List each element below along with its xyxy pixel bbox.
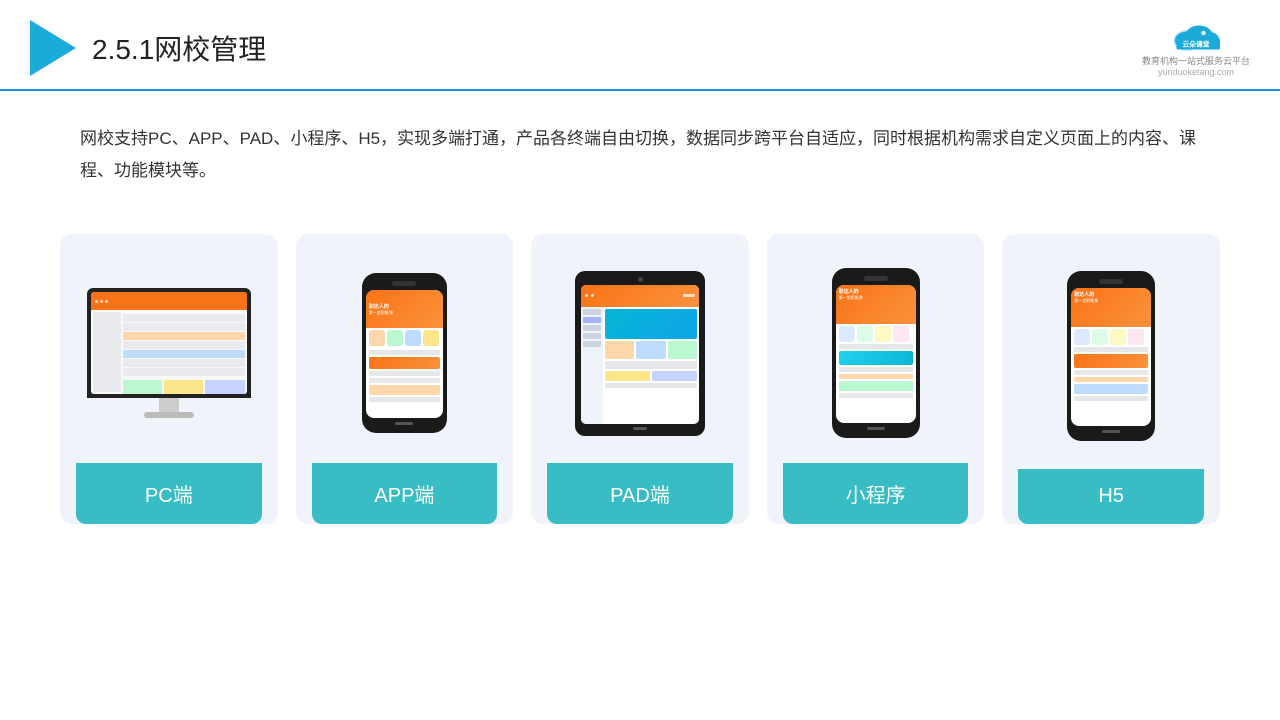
h5-card: 职达人的 第一堂职推课	[1002, 234, 1220, 524]
mini-phone: 职达人的 第一堂职推课	[832, 268, 920, 438]
pc-label: PC端	[76, 463, 262, 524]
phone-notch-mini	[864, 276, 888, 281]
svg-text:云朵课堂: 云朵课堂	[1182, 40, 1209, 49]
miniprogram-label: 小程序	[783, 463, 969, 524]
description-text: 网校支持PC、APP、PAD、小程序、H5，实现多端打通，产品各终端自由切换，数…	[0, 91, 1280, 204]
phone-home-button	[395, 422, 413, 425]
phone-notch-h5	[1099, 279, 1123, 284]
app-device-image: 职达人的 第一堂职推课	[312, 262, 498, 445]
h5-screen: 职达人的 第一堂职推课	[1071, 288, 1151, 426]
brand-logo: 云朵课堂 教育机构一站式服务云平台 yunduoketang.com	[1142, 18, 1250, 77]
miniprogram-device-image: 职达人的 第一堂职推课	[783, 262, 969, 445]
cloud-brand-icon: 云朵课堂	[1166, 18, 1226, 54]
h5-device-image: 职达人的 第一堂职推课	[1018, 262, 1204, 451]
pad-device-image	[547, 262, 733, 445]
pc-device-image	[76, 262, 262, 445]
pad-card: PAD端	[531, 234, 749, 524]
mini-screen: 职达人的 第一堂职推课	[836, 285, 916, 423]
pad-tablet	[575, 271, 705, 436]
app-card: 职达人的 第一堂职推课	[296, 234, 514, 524]
page-title: 2.5.1网校管理	[92, 28, 266, 68]
tablet-home-button	[633, 427, 647, 430]
app-label: APP端	[312, 463, 498, 524]
brand-url: yunduoketang.com	[1158, 67, 1234, 77]
header-left: 2.5.1网校管理	[30, 20, 266, 76]
miniprogram-card: 职达人的 第一堂职推课	[767, 234, 985, 524]
brand-tagline: 教育机构一站式服务云平台	[1142, 54, 1250, 67]
phone-notch	[392, 281, 416, 286]
phone-screen: 职达人的 第一堂职推课	[366, 290, 443, 418]
header: 2.5.1网校管理 云朵课堂 教育机构一站式服务云平台 yunduoketang…	[0, 0, 1280, 91]
pad-label: PAD端	[547, 463, 733, 524]
phone-home-h5	[1102, 430, 1120, 433]
cards-container: PC端 职达人的 第一堂职推课	[0, 214, 1280, 524]
h5-label: H5	[1018, 469, 1204, 524]
logo-triangle-icon	[30, 20, 76, 76]
pc-monitor	[87, 288, 251, 418]
app-phone: 职达人的 第一堂职推课	[362, 273, 447, 433]
phone-home-mini	[867, 427, 885, 430]
tablet-camera	[638, 277, 643, 282]
tablet-screen	[581, 285, 699, 424]
pc-card: PC端	[60, 234, 278, 524]
h5-phone: 职达人的 第一堂职推课	[1067, 271, 1155, 441]
